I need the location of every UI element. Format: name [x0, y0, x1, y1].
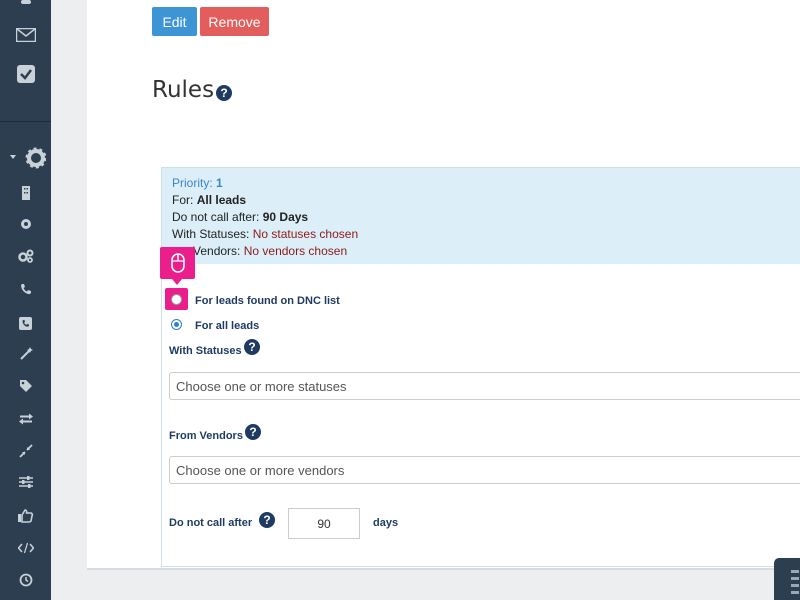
summary-statuses: With Statuses: No statuses chosen [172, 227, 359, 241]
mouse-icon [170, 253, 185, 273]
rules-help-icon[interactable]: ? [216, 85, 232, 101]
building-icon[interactable] [0, 185, 51, 201]
do-not-call-help-icon[interactable]: ? [259, 512, 275, 528]
tag-icon[interactable] [0, 378, 51, 394]
cogs-icon[interactable] [0, 248, 51, 264]
dnc-list-label[interactable]: For leads found on DNC list [195, 295, 340, 307]
clock-icon[interactable] [0, 572, 51, 588]
menu-handle[interactable] [774, 558, 800, 600]
cursor-pointer [172, 279, 182, 285]
dnc-list-radio[interactable] [171, 294, 182, 305]
thumbs-up-icon[interactable] [0, 507, 51, 525]
summary-vendors: n Vendors: No vendors chosen [183, 244, 348, 258]
exchange-icon[interactable] [0, 411, 51, 427]
summary-priority: Priority: 1 [172, 176, 223, 190]
summary-for: For: All leads [172, 193, 247, 207]
checkbox-icon[interactable] [0, 63, 51, 85]
edit-button[interactable]: Edit [152, 7, 197, 36]
do-not-call-after-label: Do not call after [169, 517, 253, 529]
days-input[interactable] [288, 508, 360, 539]
mail-icon[interactable] [0, 26, 51, 44]
sliders-icon[interactable] [0, 474, 51, 490]
cog-icon[interactable] [0, 216, 51, 232]
code-icon[interactable] [0, 540, 51, 556]
vendors-help-icon[interactable]: ? [245, 424, 261, 440]
remove-button[interactable]: Remove [200, 7, 269, 36]
mouse-cursor-indicator [160, 247, 195, 279]
all-leads-radio[interactable] [171, 319, 182, 330]
sidebar [0, 0, 51, 600]
statuses-help-icon[interactable]: ? [244, 339, 260, 355]
phone-square-icon[interactable] [0, 315, 51, 331]
days-unit-label: days [373, 517, 399, 529]
sidebar-divider [0, 121, 51, 122]
magic-wand-icon[interactable] [0, 346, 51, 362]
summary-do-not-call: Do not call after: 90 Days [172, 210, 309, 224]
page-title: Rules [152, 77, 215, 103]
with-statuses-label: With Statuses [169, 345, 242, 357]
all-leads-label[interactable]: For all leads [195, 320, 259, 332]
statuses-select[interactable]: Choose one or more statuses [169, 372, 800, 400]
from-vendors-label: From Vendors [169, 430, 243, 442]
phone-icon[interactable] [0, 281, 51, 297]
compress-icon[interactable] [0, 443, 51, 459]
vendors-select[interactable]: Choose one or more vendors [169, 456, 800, 484]
settings-gear-icon[interactable] [0, 146, 51, 170]
partial-icon[interactable] [0, 0, 51, 8]
